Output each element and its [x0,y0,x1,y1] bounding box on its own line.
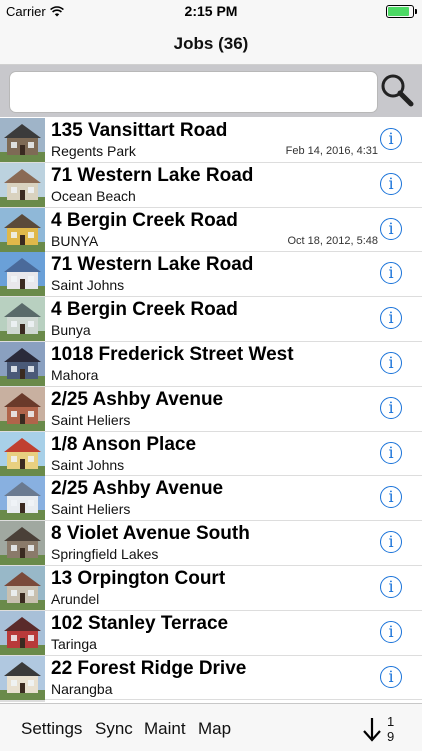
job-suburb: Bunya [51,322,91,339]
job-suburb: Saint Johns [51,456,125,473]
job-date: Feb 14, 2016, 4:31 [285,145,378,157]
job-row[interactable]: 2/25 Ashby Avenue Saint Heliers i [0,476,422,522]
job-row[interactable]: 8 Violet Avenue South Springfield Lakes i [0,521,422,566]
job-address: 4 Bergin Creek Road [51,299,238,321]
info-icon[interactable]: i [380,486,402,509]
battery-icon [386,5,417,18]
job-suburb: Narangba [51,680,113,697]
sort-down-arrow-icon[interactable] [362,716,382,742]
job-row[interactable]: 1/8 Anson Place Saint Johns i [0,431,422,477]
info-icon[interactable]: i [380,128,402,150]
house-thumbnail [0,521,45,566]
job-address: 2/25 Ashby Avenue [51,388,224,410]
job-row[interactable]: 135 Vansittart Road Regents Park Feb 14, 2… [0,118,422,163]
job-address: 13 Orpington Court [51,567,226,589]
info-icon[interactable]: i [380,665,402,688]
info-icon[interactable]: i [380,307,402,330]
house-thumbnail [0,118,45,162]
map-button[interactable]: Map [198,719,231,739]
bottom-toolbar: Settings Sync Maint Map 1 9 [0,703,422,751]
sync-counts: 1 9 [387,714,394,744]
job-address: 71 Western Lake Road [51,254,254,276]
house-thumbnail [0,252,45,297]
search-button[interactable] [378,71,416,109]
job-row[interactable]: 71 Western Lake Road Ocean Beach i [0,162,422,208]
clock: 2:15 PM [184,3,238,19]
job-row[interactable]: 4 Bergin Creek Road BUNYA Oct 18, 2012, 5:… [0,207,422,253]
job-suburb: Saint Heliers [51,411,131,428]
sync-button[interactable]: Sync [95,719,133,739]
count-top: 1 [387,714,395,729]
house-thumbnail [0,431,45,476]
job-suburb: BUNYA [51,232,99,249]
house-thumbnail [0,341,45,386]
info-icon[interactable]: i [380,217,402,240]
job-suburb: Saint Heliers [51,501,131,518]
jobs-list[interactable]: 135 Vansittart Road Regents Park Feb 14, 2… [0,118,422,702]
job-suburb: Springfield Lakes [51,546,159,563]
info-icon[interactable]: i [380,441,402,464]
info-icon[interactable]: i [380,172,402,195]
job-address: 1018 Frederick Street West [51,343,294,365]
info-icon[interactable]: i [380,575,402,598]
house-thumbnail [0,297,45,342]
info-icon[interactable]: i [380,262,402,285]
info-icon[interactable]: i [380,396,402,419]
house-thumbnail [0,565,45,610]
search-icon [381,74,414,107]
job-row[interactable]: 102 Stanley Terrace Taringa i [0,610,422,656]
navigation-bar: Jobs (36) [0,22,422,65]
job-address: 1/8 Anson Place [51,433,197,455]
info-icon[interactable]: i [380,620,402,643]
job-address: 135 Vansittart Road [51,120,228,141]
count-bottom: 9 [387,729,395,744]
job-address: 22 Forest Ridge Drive [51,657,247,679]
house-thumbnail [0,610,45,655]
search-input[interactable] [9,71,378,113]
job-suburb: Arundel [51,590,100,607]
job-suburb: Saint Johns [51,277,125,294]
house-thumbnail [0,655,45,700]
house-thumbnail [0,162,45,207]
job-row[interactable]: 1018 Frederick Street West Mahora i [0,341,422,387]
job-suburb: Ocean Beach [51,187,136,204]
job-suburb: Mahora [51,366,99,383]
job-row[interactable]: 4 Bergin Creek Road Bunya i [0,297,422,342]
job-date: Oct 18, 2012, 5:48 [287,234,378,247]
house-thumbnail [0,700,45,702]
job-row[interactable]: 71 Western Lake Road Saint Johns i [0,252,422,298]
job-address: 102 Stanley Terrace [51,612,229,634]
page-title: Jobs (36) [173,34,249,53]
settings-button[interactable]: Settings [21,719,82,739]
info-icon[interactable]: i [380,351,402,374]
job-address: 4 Bergin Creek Road [51,209,238,231]
house-thumbnail [0,207,45,252]
job-address: 8 Violet Avenue South [51,523,250,545]
job-row[interactable]: 22 Forest Ridge Drive Narangba i [0,655,422,701]
job-suburb: Taringa [51,635,97,652]
job-suburb: Regents Park [51,143,136,159]
house-thumbnail [0,386,45,431]
search-bar [0,65,422,117]
house-thumbnail [0,476,45,521]
job-row[interactable]: 13 Orpington Court Arundel i [0,565,422,611]
job-address: 2/25 Ashby Avenue [51,478,224,500]
job-address: 71 Western Lake Road [51,164,254,186]
info-icon[interactable]: i [380,531,402,554]
job-row[interactable]: i [0,700,422,702]
job-row[interactable]: 2/25 Ashby Avenue Saint Heliers i [0,386,422,432]
status-bar: Carrier 2:15 PM [0,0,422,22]
maint-button[interactable]: Maint [144,719,186,739]
